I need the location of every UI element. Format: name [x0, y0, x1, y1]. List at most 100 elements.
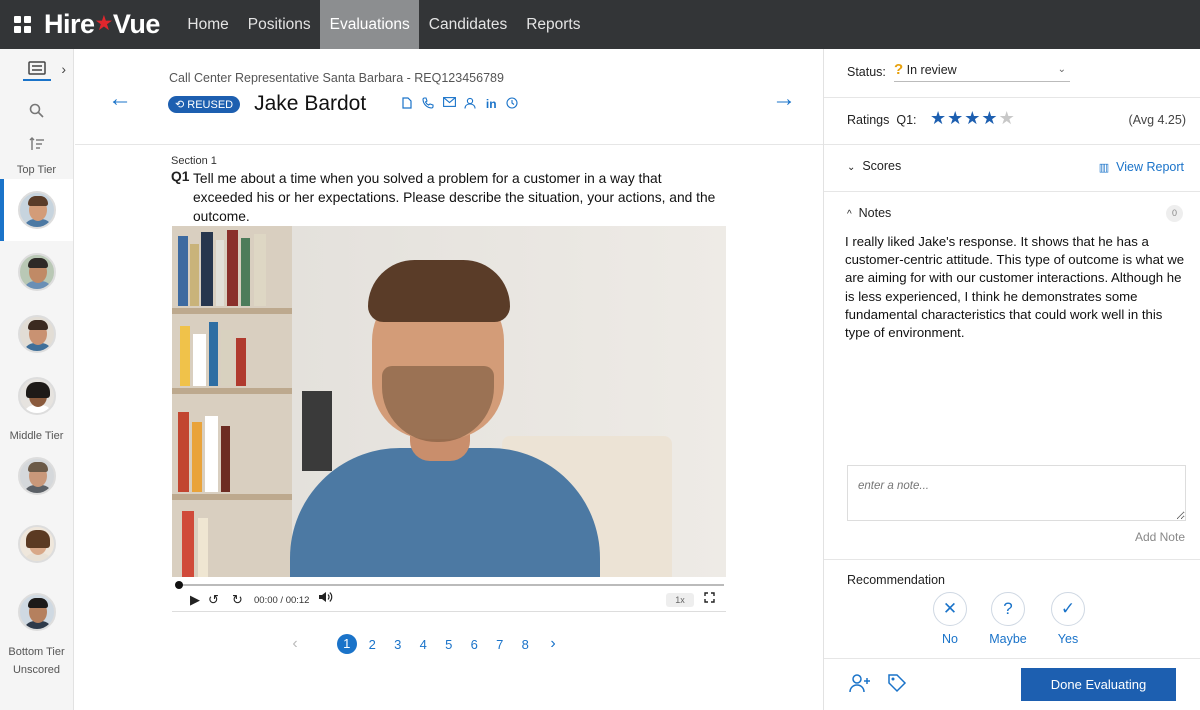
- status-label: Status:: [847, 65, 886, 79]
- footer-divider: [824, 658, 1200, 659]
- search-icon[interactable]: [0, 93, 73, 127]
- page-6[interactable]: 6: [462, 637, 488, 652]
- section-label: Section 1: [171, 155, 217, 167]
- profile-icon[interactable]: [463, 97, 477, 111]
- tab-home[interactable]: Home: [178, 0, 238, 49]
- star-icon[interactable]: ★: [964, 108, 981, 128]
- page-5[interactable]: 5: [436, 637, 462, 652]
- tier-label-middle: Middle Tier: [9, 430, 64, 442]
- bar-chart-icon: ▥: [1098, 162, 1110, 174]
- star-icon[interactable]: ★: [947, 108, 964, 128]
- page-1-label: 1: [336, 634, 357, 654]
- playback-speed[interactable]: 1x: [666, 593, 694, 607]
- candidate-avatar-item[interactable]: [0, 365, 73, 427]
- recommend-maybe-button[interactable]: ? Maybe: [978, 592, 1038, 646]
- play-icon[interactable]: ▶: [190, 592, 200, 608]
- check-icon: ✓: [1051, 592, 1085, 626]
- history-clock-icon[interactable]: [505, 97, 519, 111]
- previous-candidate-arrow-icon[interactable]: ←: [108, 85, 132, 113]
- next-candidate-arrow-icon[interactable]: →: [772, 85, 796, 113]
- candidate-hair: [368, 260, 510, 322]
- in-review-question-icon: ?: [894, 61, 904, 78]
- notes-label: Notes: [858, 206, 892, 220]
- ratings-title: Ratings: [847, 113, 890, 127]
- rating-stars[interactable]: ★★★★★: [930, 108, 1016, 129]
- candidate-avatar-item[interactable]: [0, 445, 73, 507]
- recommend-yes-button[interactable]: ✓ Yes: [1038, 592, 1098, 646]
- recommendation-divider: [824, 559, 1200, 560]
- video-time: 00:00 / 00:12: [254, 595, 310, 606]
- avatar: [17, 377, 56, 415]
- ratings-question: Q1:: [896, 113, 917, 127]
- pager-prev-icon[interactable]: ‹: [280, 635, 310, 653]
- video-bookshelf-background: [172, 226, 292, 577]
- star-icon[interactable]: ★: [981, 108, 998, 128]
- tag-icon[interactable]: [887, 673, 907, 698]
- phone-icon[interactable]: [421, 97, 435, 111]
- page-7[interactable]: 7: [487, 637, 513, 652]
- status-value: In review: [906, 63, 957, 77]
- avatar: [17, 253, 56, 291]
- scores-toggle[interactable]: ⌄ Scores: [847, 159, 901, 173]
- note-input[interactable]: [847, 465, 1186, 521]
- tab-positions[interactable]: Positions: [238, 0, 320, 49]
- notes-toggle[interactable]: ^ Notes: [847, 206, 891, 220]
- response-video[interactable]: [172, 226, 726, 577]
- add-note-button[interactable]: Add Note: [1135, 530, 1185, 544]
- done-evaluating-button[interactable]: Done Evaluating: [1021, 668, 1176, 701]
- replay-icon[interactable]: ↻: [232, 592, 243, 608]
- candidate-avatar-item[interactable]: [0, 507, 73, 581]
- expand-rail-chevron-icon[interactable]: ›: [61, 61, 66, 77]
- star-icon[interactable]: ★: [999, 108, 1016, 128]
- page-8[interactable]: 8: [513, 637, 539, 652]
- average-rating: (Avg 4.25): [1128, 113, 1186, 127]
- video-progress-bar[interactable]: [175, 581, 724, 589]
- rewind-icon[interactable]: ↺: [208, 592, 219, 608]
- pager-next-icon[interactable]: ›: [538, 635, 568, 653]
- star-icon[interactable]: ★: [930, 108, 947, 128]
- volume-icon[interactable]: [318, 591, 333, 606]
- view-report-link[interactable]: ▥ View Report: [1099, 160, 1184, 174]
- evaluation-sidebar: Status: ? In review ⌄ Ratings Q1: ★★★★★ …: [823, 49, 1200, 710]
- progress-handle[interactable]: [175, 581, 183, 589]
- email-icon[interactable]: [442, 97, 456, 111]
- view-report-label: View Report: [1116, 160, 1184, 174]
- tab-evaluations[interactable]: Evaluations: [320, 0, 420, 49]
- evaluation-main: ← → Call Center Representative Santa Bar…: [75, 49, 823, 710]
- avatar: [17, 525, 56, 563]
- sort-icon[interactable]: [0, 127, 73, 161]
- linkedin-icon[interactable]: in: [484, 97, 498, 111]
- close-icon: ✕: [933, 592, 967, 626]
- video-controls: ▶ ↺ ↻ 00:00 / 00:12 1x: [172, 578, 726, 612]
- status-dropdown[interactable]: ? In review ⌄: [894, 61, 1070, 82]
- app-grid-icon[interactable]: [0, 0, 44, 49]
- page-4[interactable]: 4: [411, 637, 437, 652]
- recommend-no-button[interactable]: ✕ No: [920, 592, 980, 646]
- recommend-no-label: No: [942, 632, 958, 646]
- candidate-header: ⟲ REUSED Jake Bardot in: [168, 92, 519, 116]
- reused-badge-label: REUSED: [187, 98, 234, 111]
- add-user-icon[interactable]: [848, 673, 872, 698]
- avatar: [17, 593, 56, 631]
- rail-header: ›: [0, 49, 73, 93]
- logo-text-left: Hire: [44, 9, 95, 39]
- tab-candidates[interactable]: Candidates: [419, 0, 516, 49]
- page-3[interactable]: 3: [385, 637, 411, 652]
- hirevue-logo[interactable]: Hire ★ Vue: [44, 9, 160, 40]
- candidate-avatar-item[interactable]: [0, 581, 73, 643]
- resume-icon[interactable]: [400, 97, 414, 111]
- candidate-avatar-item[interactable]: [0, 303, 73, 365]
- page-2[interactable]: 2: [360, 637, 386, 652]
- question-text: Tell me about a time when you solved a p…: [193, 171, 716, 224]
- tab-reports[interactable]: Reports: [517, 0, 590, 49]
- candidate-shirt: [290, 448, 600, 577]
- fullscreen-icon[interactable]: [704, 591, 715, 606]
- page-1[interactable]: 1: [334, 634, 360, 654]
- list-view-icon[interactable]: [22, 61, 51, 81]
- logo-star-icon: ★: [94, 12, 114, 35]
- candidate-avatar-item[interactable]: [0, 179, 73, 241]
- candidate-avatar-item[interactable]: [0, 241, 73, 303]
- chevron-up-icon: ^: [847, 209, 852, 220]
- recommendation-label: Recommendation: [847, 573, 945, 587]
- chevron-down-icon: ⌄: [847, 162, 856, 173]
